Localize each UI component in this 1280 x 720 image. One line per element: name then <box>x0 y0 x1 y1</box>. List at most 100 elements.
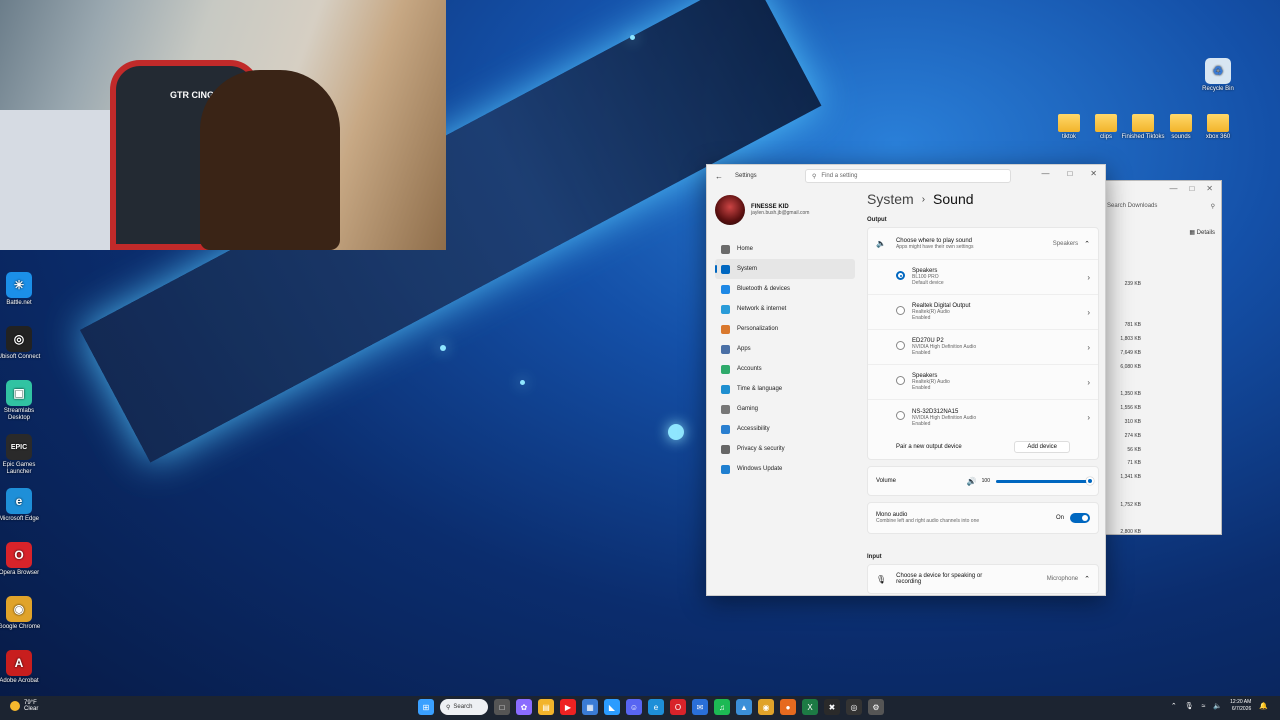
copilot-icon[interactable]: ✿ <box>516 699 532 715</box>
nav-item-windows-update[interactable]: Windows Update <box>715 459 855 479</box>
xbox-icon[interactable]: ✖ <box>824 699 840 715</box>
firefox-icon[interactable]: ● <box>780 699 796 715</box>
store-icon[interactable]: ▦ <box>582 699 598 715</box>
clock[interactable]: 12:20 AM 6/7/2026 <box>1230 699 1251 713</box>
microphone-icon[interactable]: 🎙 <box>1185 702 1194 710</box>
device-radio[interactable] <box>896 376 905 385</box>
taskbar-search[interactable]: ⚲ Search <box>440 699 488 715</box>
chevron-right-icon[interactable]: › <box>1087 343 1090 352</box>
nav-item-privacy-security[interactable]: Privacy & security <box>715 439 855 459</box>
profile-card[interactable]: FINESSE KID jaylen.bush.jb@gmail.com <box>715 195 809 225</box>
desktop-app-icon[interactable]: ▣ Streamlabs Desktop <box>0 380 42 422</box>
device-radio[interactable] <box>896 271 905 280</box>
output-device-row[interactable]: ED270U P2 NVIDIA High Definition Audio Ena… <box>868 330 1098 365</box>
output-device-list: Speakers BL100 PRO Default device › Realtek … <box>868 260 1098 435</box>
desktop-app-icon[interactable]: EPIC Epic Games Launcher <box>0 434 42 476</box>
back-arrow-icon[interactable]: ← <box>715 172 727 181</box>
volume-slider-thumb[interactable] <box>1086 476 1094 485</box>
nav-item-apps[interactable]: Apps <box>715 339 855 359</box>
nav-item-accessibility[interactable]: Accessibility <box>715 419 855 439</box>
chrome-icon[interactable]: ◉ <box>758 699 774 715</box>
output-device-row[interactable]: Speakers Realtek(R) Audio Enabled › <box>868 365 1098 400</box>
output-device-row[interactable]: NS-32D312NA15 NVIDIA High Definition Audi… <box>868 400 1098 435</box>
chevron-right-icon[interactable]: › <box>1087 378 1090 387</box>
desktop-app-icon[interactable]: e Microsoft Edge <box>0 488 42 523</box>
breadcrumb-parent[interactable]: System <box>867 191 914 207</box>
mail-icon[interactable]: ✉ <box>692 699 708 715</box>
edge-icon[interactable]: e <box>648 699 664 715</box>
opera-icon[interactable]: O <box>670 699 686 715</box>
choose-output-row[interactable]: 🔈 Choose where to play sound Apps might … <box>868 228 1098 260</box>
volume-icon[interactable]: 🔈 <box>1213 702 1222 710</box>
spotify-icon[interactable]: ♫ <box>714 699 730 715</box>
maximize-icon[interactable]: □ <box>1189 184 1194 193</box>
maximize-icon[interactable]: □ <box>1067 169 1072 178</box>
app-glyph-icon: EPIC <box>6 434 32 460</box>
settings-search-input[interactable]: ⚲ Find a setting <box>805 169 1011 183</box>
output-device-row[interactable]: Speakers BL100 PRO Default device › <box>868 260 1098 295</box>
details-button[interactable]: ▦ Details <box>1107 229 1215 236</box>
settings-app-title: Settings <box>735 173 757 179</box>
task-view-icon[interactable]: □ <box>494 699 510 715</box>
desktop-app-icon[interactable]: A Adobe Acrobat <box>0 650 42 685</box>
volume-slider[interactable] <box>996 476 1094 485</box>
nav-item-network-internet[interactable]: Network & internet <box>715 299 855 319</box>
desktop-app-icon[interactable]: O Opera Browser <box>0 542 42 577</box>
nav-item-time-language[interactable]: Time & language <box>715 379 855 399</box>
nav-item-home[interactable]: Home <box>715 239 855 259</box>
add-device-button[interactable]: Add device <box>1014 441 1070 453</box>
desktop-app-icon[interactable]: ◉ Google Chrome <box>0 596 42 631</box>
weather-widget[interactable]: 79°F Clear <box>10 700 38 712</box>
mono-audio-toggle[interactable] <box>1070 513 1090 523</box>
discord-icon[interactable]: ☺ <box>626 699 642 715</box>
settings-window[interactable]: ← Settings ⚲ Find a setting — □ ✕ FINESS… <box>706 164 1106 596</box>
choose-input-row[interactable]: 🎙 Choose a device for speaking or record… <box>868 565 1098 593</box>
explorer-search-input[interactable]: Search Downloads ⚲ <box>1107 203 1215 217</box>
close-icon[interactable]: ✕ <box>1090 169 1097 178</box>
settings-icon[interactable]: ⚙ <box>868 699 884 715</box>
nav-item-gaming[interactable]: Gaming <box>715 399 855 419</box>
minimize-icon[interactable]: — <box>1041 169 1049 178</box>
search-icon: ⚲ <box>812 173 817 180</box>
desktop-app-label: Epic Games Launcher <box>2 462 36 475</box>
nav-item-bluetooth-devices[interactable]: Bluetooth & devices <box>715 279 855 299</box>
device-radio[interactable] <box>896 411 905 420</box>
close-icon[interactable]: ✕ <box>1206 184 1213 193</box>
recycle-bin-icon[interactable]: ♻ Recycle Bin <box>1195 58 1241 93</box>
windows-start-icon[interactable]: ⊞ <box>418 699 434 715</box>
chevron-up-icon[interactable]: ⌃ <box>1171 702 1177 710</box>
page-title: Sound <box>933 191 974 207</box>
device-radio[interactable] <box>896 306 905 315</box>
nav-icon <box>721 404 730 414</box>
chevron-right-icon[interactable]: › <box>1087 273 1090 282</box>
photos-icon[interactable]: ▲ <box>736 699 752 715</box>
minimize-icon[interactable]: — <box>1169 184 1177 193</box>
nav-label: System <box>737 266 758 272</box>
settings-nav: Home System Bluetooth & devices Network & i… <box>715 239 855 479</box>
output-device-row[interactable]: Realtek Digital Output Realtek(R) Audio En… <box>868 295 1098 330</box>
notification-bell-icon[interactable]: 🔔 <box>1259 702 1268 710</box>
nav-item-accounts[interactable]: Accounts <box>715 359 855 379</box>
wifi-icon[interactable]: ≈ <box>1202 703 1206 710</box>
nav-icon <box>721 384 730 394</box>
chevron-up-icon[interactable]: ⌃ <box>1084 575 1090 583</box>
clipchamp-icon[interactable]: ◣ <box>604 699 620 715</box>
device-radio[interactable] <box>896 341 905 350</box>
folder-xbox-360-icon[interactable]: xbox 360 <box>1195 114 1241 141</box>
volume-speaker-icon[interactable]: 🔊 <box>967 477 977 486</box>
wallpaper-glow <box>630 35 635 40</box>
youtube-icon[interactable]: ▶ <box>560 699 576 715</box>
nav-item-personalization[interactable]: Personalization <box>715 319 855 339</box>
desktop-app-icon[interactable]: ◎ Ubisoft Connect <box>0 326 42 361</box>
nav-item-system[interactable]: System <box>715 259 855 279</box>
obs-icon[interactable]: ◎ <box>846 699 862 715</box>
desktop-app-label: Ubisoft Connect <box>0 354 41 360</box>
desktop-app-icon[interactable]: ✳ Battle.net <box>0 272 42 307</box>
chevron-up-icon[interactable]: ⌃ <box>1084 240 1090 248</box>
file-size-cell: 781 KB <box>1124 322 1141 329</box>
file-explorer-icon[interactable]: ▤ <box>538 699 554 715</box>
chevron-right-icon[interactable]: › <box>1087 413 1090 422</box>
file-explorer-window[interactable]: — □ ✕ Search Downloads ⚲ ▦ Details 239 K… <box>1100 180 1222 535</box>
chevron-right-icon[interactable]: › <box>1087 308 1090 317</box>
excel-icon[interactable]: X <box>802 699 818 715</box>
